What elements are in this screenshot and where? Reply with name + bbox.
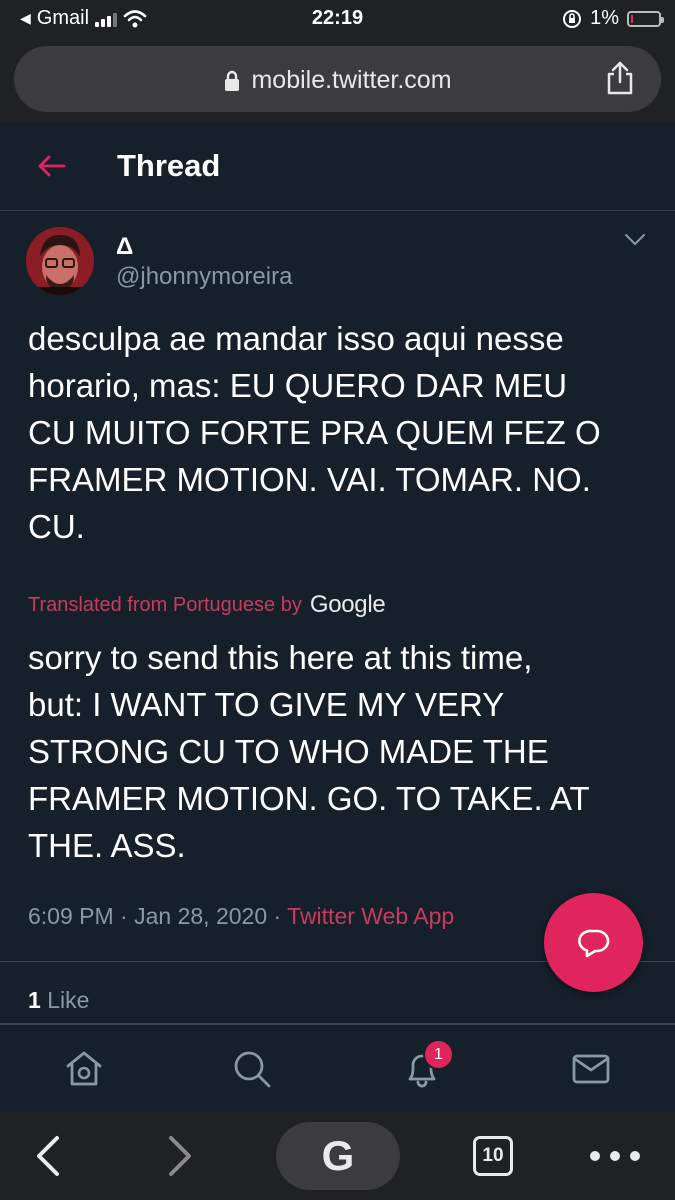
tweet-text-line: CU. — [28, 508, 85, 545]
like-count-number: 1 — [28, 987, 41, 1013]
share-icon[interactable] — [605, 60, 635, 96]
more-menu-icon[interactable] — [588, 1150, 642, 1162]
tweet-meta: 6:09 PM · Jan 28, 2020 · Twitter Web App — [28, 903, 454, 930]
tweet-time[interactable]: 6:09 PM — [28, 903, 114, 929]
translated-text-line: but: I WANT TO GIVE MY VERY — [28, 686, 505, 723]
likes-count[interactable]: 1 Like — [28, 987, 89, 1014]
tweet-text-line: FRAMER MOTION. VAI. TOMAR. NO. — [28, 461, 591, 498]
status-right: 1% — [562, 7, 664, 30]
compose-reply-button[interactable] — [544, 893, 643, 992]
google-search-button[interactable]: G — [276, 1122, 400, 1190]
user-handle[interactable]: @jhonnymoreira — [116, 263, 292, 291]
back-arrow-icon[interactable] — [36, 152, 68, 180]
browser-forward-icon[interactable] — [166, 1134, 194, 1178]
search-icon[interactable] — [232, 1049, 272, 1089]
translation-attribution[interactable]: Translated from Portuguese by Google — [28, 591, 386, 619]
chevron-down-icon[interactable] — [624, 233, 646, 247]
translation-label: Translated from Portuguese by — [28, 593, 302, 616]
google-logo: Google — [309, 591, 386, 618]
browser-top-bar: ◀ Gmail 22:19 1% mobile.twitter.com — [0, 0, 675, 122]
translated-text-line: sorry to send this here at this time, — [28, 639, 533, 676]
browser-back-icon[interactable] — [34, 1134, 62, 1178]
url-text: mobile.twitter.com — [251, 66, 452, 94]
translated-text-line: THE. ASS. — [28, 827, 186, 864]
reply-bubble-icon — [577, 929, 609, 957]
address-bar[interactable]: mobile.twitter.com — [14, 46, 661, 112]
notification-badge: 1 — [423, 1039, 454, 1070]
url-display[interactable]: mobile.twitter.com — [14, 66, 661, 95]
tweet-text-line: horario, mas: EU QUERO DAR MEU — [28, 367, 568, 404]
tweet-text: desculpa ae mandar isso aqui nesse horar… — [28, 315, 648, 550]
status-bar: ◀ Gmail 22:19 1% — [0, 0, 675, 40]
display-name[interactable]: Δ — [116, 233, 133, 261]
avatar[interactable] — [26, 227, 94, 295]
meta-separator: · — [120, 903, 128, 929]
home-icon[interactable] — [64, 1049, 104, 1089]
page-title: Thread — [117, 148, 221, 183]
tweet-date[interactable]: Jan 28, 2020 — [134, 903, 267, 929]
translated-text-line: FRAMER MOTION. GO. TO TAKE. AT — [28, 780, 590, 817]
messages-icon[interactable] — [571, 1049, 611, 1089]
browser-bottom-toolbar: G 10 — [0, 1112, 675, 1200]
twitter-bottom-nav: 1 — [0, 1024, 675, 1112]
tweet-text-line: CU MUITO FORTE PRA QUEM FEZ O — [28, 414, 601, 451]
like-count-label: Like — [47, 987, 90, 1013]
thread-header: Thread — [0, 122, 675, 211]
tab-switcher-button[interactable]: 10 — [473, 1136, 513, 1176]
translated-text-line: STRONG CU TO WHO MADE THE — [28, 733, 549, 770]
translated-text: sorry to send this here at this time, bu… — [28, 634, 648, 869]
battery-percent: 1% — [590, 7, 619, 29]
tweet-source-link[interactable]: Twitter Web App — [287, 903, 454, 929]
lock-icon — [225, 71, 240, 92]
avatar-image — [26, 227, 94, 295]
battery-icon — [627, 10, 664, 27]
tweet-text-line: desculpa ae mandar isso aqui nesse — [28, 320, 564, 357]
orientation-lock-icon — [563, 9, 582, 28]
meta-separator: · — [273, 903, 282, 929]
